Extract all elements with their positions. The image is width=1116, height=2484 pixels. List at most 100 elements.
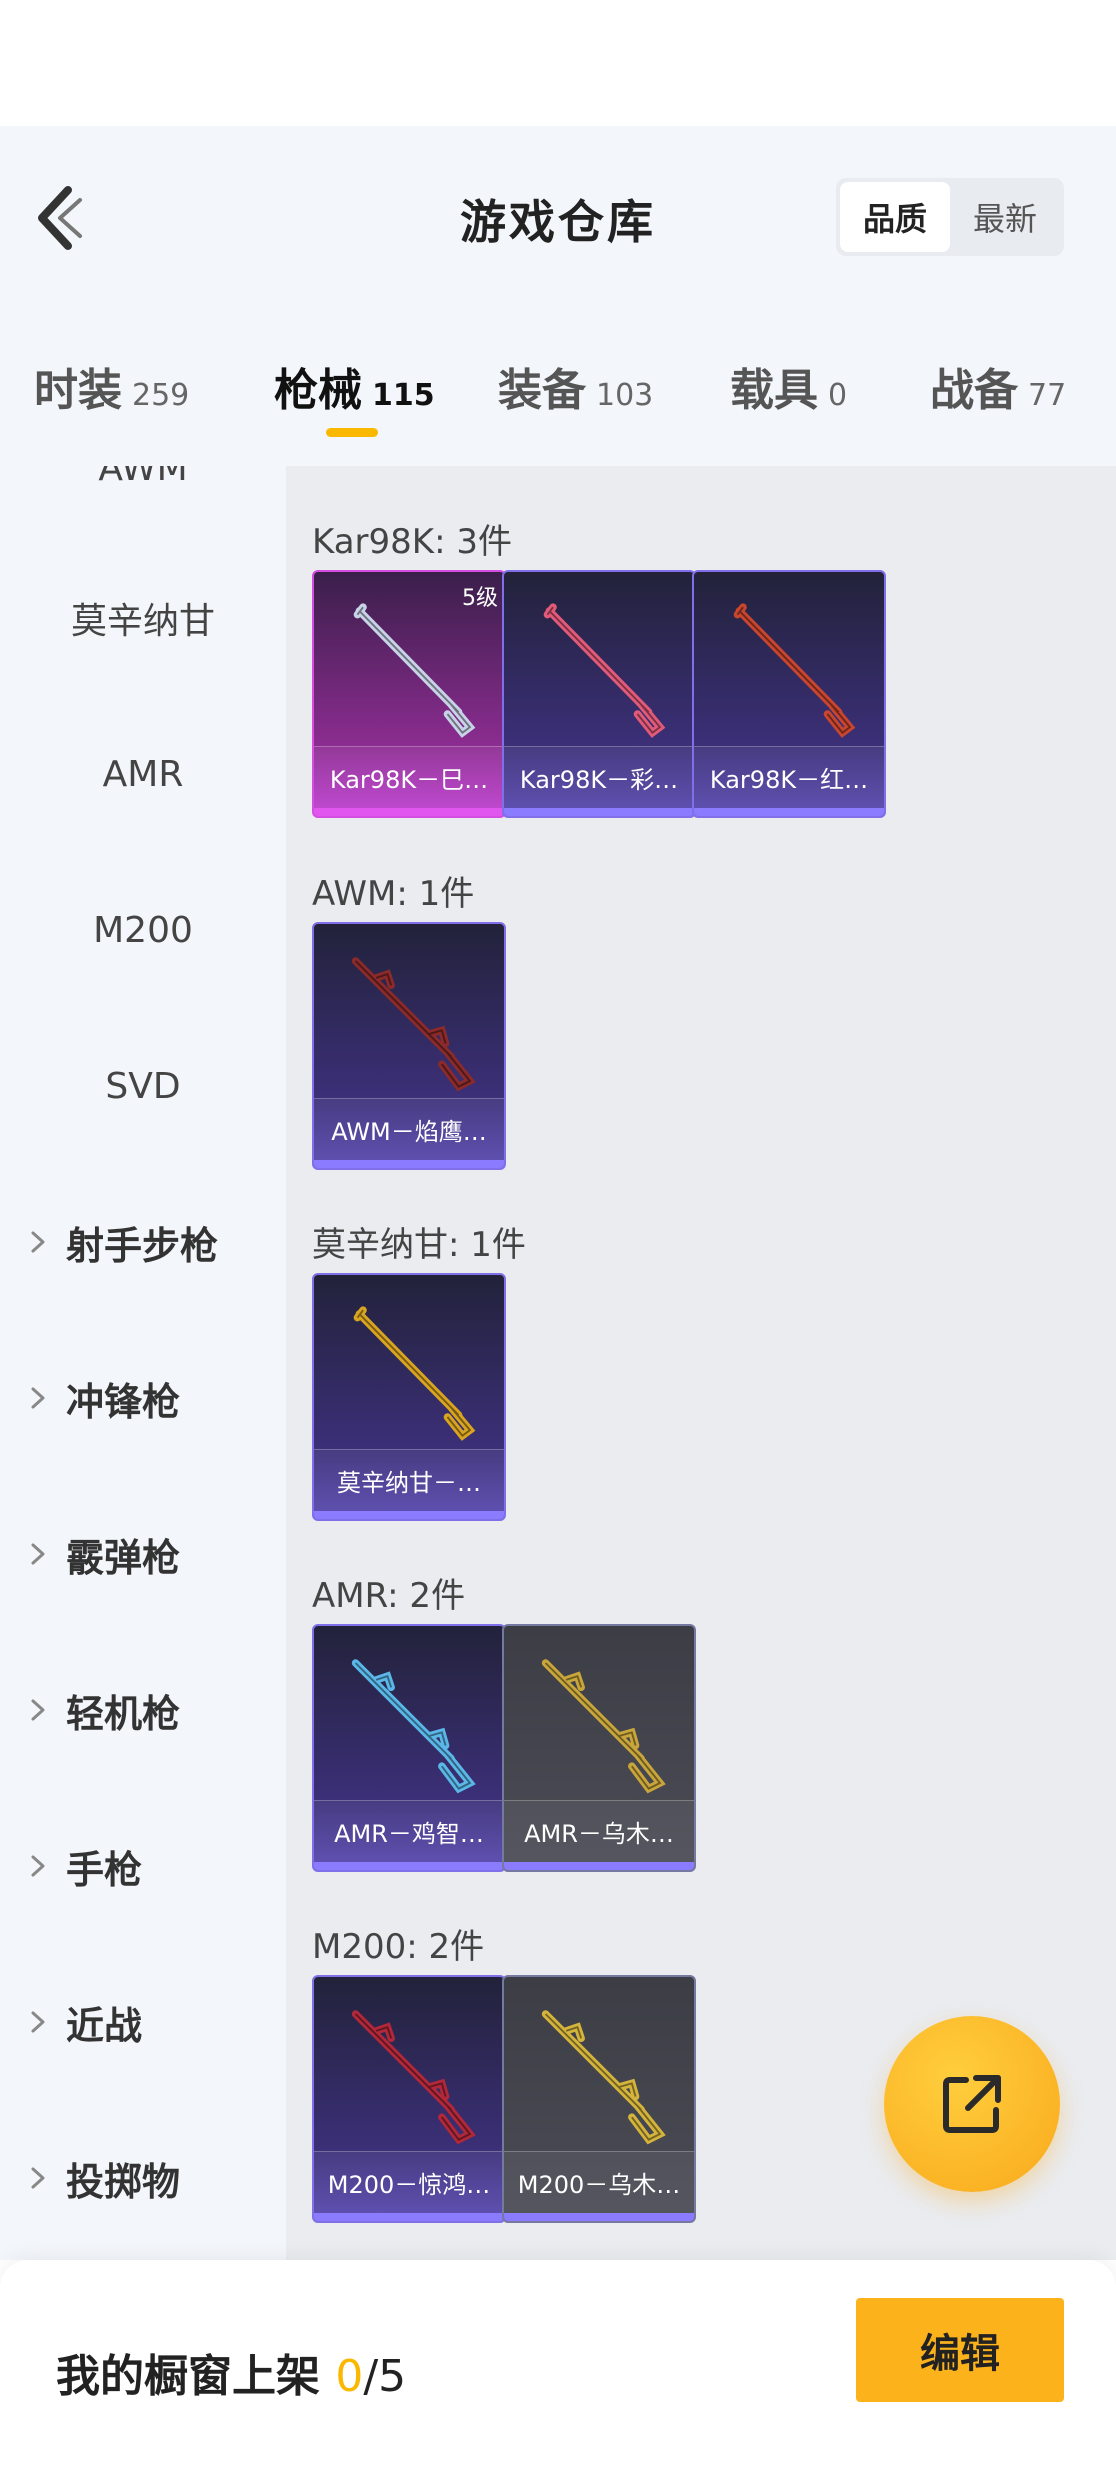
quality-bar bbox=[314, 1511, 504, 1519]
status-bar bbox=[0, 0, 1116, 126]
active-tab-indicator bbox=[326, 428, 378, 437]
tab-label: 战备 bbox=[930, 365, 1018, 416]
group-title: 莫辛纳甘: 1件 bbox=[312, 1225, 526, 1265]
sidebar-category-shotgun[interactable]: 霰弹枪 bbox=[0, 1524, 286, 1584]
weapon-name: Kar98K－红… bbox=[694, 746, 884, 808]
quality-bar bbox=[314, 2213, 504, 2221]
tab-count: 77 bbox=[1028, 378, 1067, 413]
quality-bar bbox=[504, 1862, 694, 1870]
quality-bar bbox=[504, 808, 694, 816]
quality-bar bbox=[314, 808, 504, 816]
sidebar-item-m200[interactable]: M200 bbox=[0, 900, 286, 960]
weapon-card[interactable]: M200－乌木… bbox=[502, 1975, 696, 2223]
weapon-card-row: M200－惊鸿… M200－乌木… bbox=[312, 1975, 696, 2223]
tab-label: 装备 bbox=[498, 365, 586, 416]
quality-bar bbox=[314, 1862, 504, 1870]
tab-count: 115 bbox=[372, 378, 435, 413]
showcase-total-count: 5 bbox=[378, 2351, 407, 2402]
sidebar-category-label: 射手步枪 bbox=[66, 1223, 219, 1268]
tab-count: 103 bbox=[596, 378, 654, 413]
weapon-card-row: AWM－焰鹰… bbox=[312, 922, 506, 1170]
sort-toggle[interactable]: 品质 最新 bbox=[836, 178, 1064, 256]
showcase-label: 我的橱窗上架 bbox=[56, 2351, 336, 2402]
tab-equipment[interactable]: 装备 103 bbox=[498, 354, 653, 418]
sidebar-category-label: 轻机枪 bbox=[66, 1691, 181, 1736]
weapon-name: AMR－乌木… bbox=[504, 1800, 694, 1862]
rifle-icon bbox=[543, 603, 666, 738]
sort-quality-button[interactable]: 品质 bbox=[840, 182, 950, 252]
sidebar-category-label: 手枪 bbox=[66, 1847, 143, 1892]
tab-guns[interactable]: 枪械 115 bbox=[274, 354, 435, 418]
tab-vehicles[interactable]: 载具 0 bbox=[730, 354, 847, 418]
weapon-name: M200－乌木… bbox=[504, 2151, 694, 2213]
weapon-name: Kar98K－巳… bbox=[314, 746, 504, 808]
category-tabs: 时装 259 枪械 115 装备 103 载具 0 战备 77 bbox=[0, 340, 1116, 450]
sidebar-category-dmr[interactable]: 射手步枪 bbox=[0, 1212, 286, 1272]
weapon-name: AMR－鸡智… bbox=[314, 1800, 504, 1862]
share-icon bbox=[943, 2075, 1001, 2133]
chevron-right-icon bbox=[31, 1855, 45, 1877]
group-title: Kar98K: 3件 bbox=[312, 522, 512, 562]
group-title: AMR: 2件 bbox=[312, 1576, 466, 1616]
tab-count: 259 bbox=[132, 378, 190, 413]
sidebar-category-lmg[interactable]: 轻机枪 bbox=[0, 1680, 286, 1740]
sidebar-category-label: 投掷物 bbox=[66, 2159, 181, 2204]
sniper-rifle-icon bbox=[351, 957, 476, 1092]
rifle-icon bbox=[353, 1306, 476, 1441]
weapon-card[interactable]: M200－惊鸿… bbox=[312, 1975, 506, 2223]
sniper-rifle-icon bbox=[541, 2010, 666, 2145]
tab-outfits[interactable]: 时装 259 bbox=[34, 354, 189, 418]
rifle-icon bbox=[353, 603, 476, 738]
chevron-right-icon bbox=[31, 2167, 45, 2189]
weapon-level-badge: 5级 bbox=[462, 586, 498, 611]
tab-supplies[interactable]: 战备 77 bbox=[930, 354, 1066, 418]
showcase-current-count: 0 bbox=[335, 2351, 364, 2402]
chevron-right-icon bbox=[31, 1543, 45, 1565]
quality-bar bbox=[694, 808, 884, 816]
sidebar-category-label: 近战 bbox=[66, 2003, 143, 2048]
weapon-card[interactable]: AMR－鸡智… bbox=[312, 1624, 506, 1872]
sort-newest-button[interactable]: 最新 bbox=[950, 182, 1060, 252]
weapon-card-row: AMR－鸡智… AMR－乌木… bbox=[312, 1624, 696, 1872]
sidebar-category-throwable[interactable]: 投掷物 bbox=[0, 2148, 286, 2208]
sidebar-category-melee[interactable]: 近战 bbox=[0, 1992, 286, 2052]
showcase-bar: 我的橱窗上架 0/5 编辑 bbox=[0, 2260, 1116, 2484]
sidebar-item-svd[interactable]: SVD bbox=[0, 1056, 286, 1116]
chevron-right-icon bbox=[31, 1231, 45, 1253]
group-title: M200: 2件 bbox=[312, 1927, 485, 1967]
weapon-name: 莫辛纳甘－… bbox=[314, 1449, 504, 1511]
sidebar-item-amr[interactable]: AMR bbox=[0, 744, 286, 804]
weapon-card[interactable]: AMR－乌木… bbox=[502, 1624, 696, 1872]
sidebar-category-label: 霰弹枪 bbox=[66, 1535, 181, 1580]
tab-count: 0 bbox=[828, 378, 848, 413]
rifle-icon bbox=[733, 603, 856, 738]
weapon-card[interactable]: AWM－焰鹰… bbox=[312, 922, 506, 1170]
weapon-card-row: 莫辛纳甘－… bbox=[312, 1273, 506, 1521]
sniper-rifle-icon bbox=[351, 1659, 476, 1794]
sidebar-category-label: 冲锋枪 bbox=[66, 1379, 181, 1424]
weapon-name: AWM－焰鹰… bbox=[314, 1098, 504, 1160]
chevron-right-icon bbox=[31, 2011, 45, 2033]
tab-label: 载具 bbox=[730, 365, 818, 416]
group-title: AWM: 1件 bbox=[312, 874, 475, 914]
chevron-right-icon bbox=[31, 1387, 45, 1409]
sidebar-item-awm[interactable]: AWM bbox=[0, 466, 286, 498]
sidebar: AWM 莫辛纳甘 AMR M200 SVD 射手步枪 冲锋枪 霰弹枪 轻机枪 手… bbox=[0, 466, 286, 2260]
showcase-status: 我的橱窗上架 0/5 bbox=[56, 2340, 406, 2404]
weapon-card[interactable]: 5级 Kar98K－巳… bbox=[312, 570, 506, 818]
sidebar-category-pistol[interactable]: 手枪 bbox=[0, 1836, 286, 1896]
weapon-card[interactable]: 莫辛纳甘－… bbox=[312, 1273, 506, 1521]
edit-button[interactable]: 编辑 bbox=[856, 2298, 1064, 2402]
tab-label: 时装 bbox=[34, 365, 122, 416]
quality-bar bbox=[504, 2213, 694, 2221]
share-button[interactable] bbox=[884, 2016, 1060, 2192]
weapon-card[interactable]: Kar98K－彩… bbox=[502, 570, 696, 818]
weapon-name: Kar98K－彩… bbox=[504, 746, 694, 808]
sidebar-item-mosin[interactable]: 莫辛纳甘 bbox=[0, 588, 286, 648]
quality-bar bbox=[314, 1160, 504, 1168]
sidebar-category-smg[interactable]: 冲锋枪 bbox=[0, 1368, 286, 1428]
chevron-right-icon bbox=[31, 1699, 45, 1721]
tab-label: 枪械 bbox=[274, 365, 362, 416]
sniper-rifle-icon bbox=[351, 2010, 476, 2145]
weapon-card[interactable]: Kar98K－红… bbox=[692, 570, 886, 818]
